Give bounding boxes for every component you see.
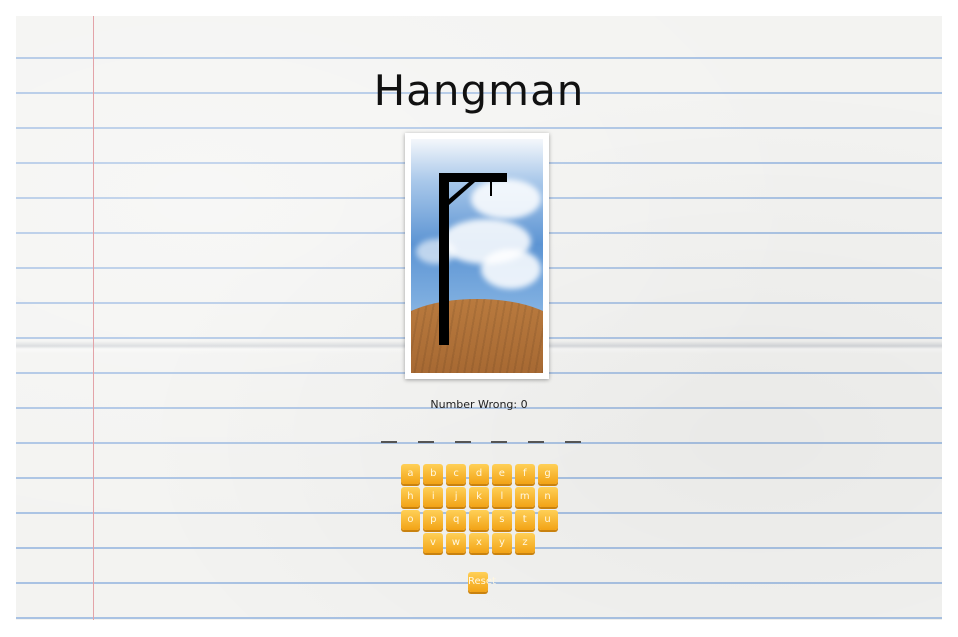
letter-blank [491, 441, 508, 443]
letter-blank [528, 441, 545, 443]
page-title: Hangman [373, 66, 585, 115]
keyboard-row: abcdefg [399, 464, 559, 484]
letter-key-n[interactable]: n [537, 487, 558, 507]
letter-key-h[interactable]: h [400, 487, 421, 507]
keyboard-row: opqrstu [399, 510, 559, 530]
letter-key-k[interactable]: k [469, 487, 489, 507]
keyboard-row: vwxyz [399, 533, 559, 553]
letter-key-m[interactable]: m [514, 487, 535, 507]
letter-keyboard: abcdefg hijklmn opqrstu vwxyz [399, 464, 559, 556]
letter-key-q[interactable]: q [446, 510, 467, 530]
word-blanks [381, 441, 581, 447]
gallows-structure [439, 173, 507, 345]
letter-key-u[interactable]: u [537, 510, 558, 530]
letter-key-r[interactable]: r [469, 510, 489, 530]
letter-blank [454, 441, 471, 443]
hangman-image-frame [405, 133, 549, 379]
letter-key-y[interactable]: y [492, 533, 512, 553]
letter-key-t[interactable]: t [514, 510, 535, 530]
number-wrong-label: Number Wrong: 0 [430, 398, 528, 411]
letter-key-w[interactable]: w [446, 533, 466, 553]
letter-blank [417, 441, 434, 443]
letter-key-g[interactable]: g [537, 464, 558, 484]
letter-key-e[interactable]: e [491, 464, 512, 484]
letter-key-l[interactable]: l [491, 487, 512, 507]
letter-key-x[interactable]: x [469, 533, 489, 553]
letter-key-o[interactable]: o [400, 510, 421, 530]
letter-key-s[interactable]: s [491, 510, 512, 530]
letter-key-i[interactable]: i [423, 487, 444, 507]
letter-blank [381, 441, 397, 443]
reset-button[interactable]: Reset [468, 572, 496, 592]
gallows-icon [411, 139, 543, 373]
letter-blank [564, 441, 581, 443]
letter-key-j[interactable]: j [446, 487, 467, 507]
letter-key-a[interactable]: a [400, 464, 421, 484]
letter-key-v[interactable]: v [423, 533, 443, 553]
notebook-paper-background: Hangman Number Wrong: 0 abcdefg hijklmn op… [16, 16, 942, 620]
letter-key-f[interactable]: f [514, 464, 535, 484]
letter-key-d[interactable]: d [469, 464, 489, 484]
keyboard-row: hijklmn [399, 487, 559, 507]
letter-key-p[interactable]: p [423, 510, 444, 530]
letter-key-c[interactable]: c [446, 464, 467, 484]
letter-key-b[interactable]: b [423, 464, 444, 484]
letter-key-z[interactable]: z [515, 533, 535, 553]
